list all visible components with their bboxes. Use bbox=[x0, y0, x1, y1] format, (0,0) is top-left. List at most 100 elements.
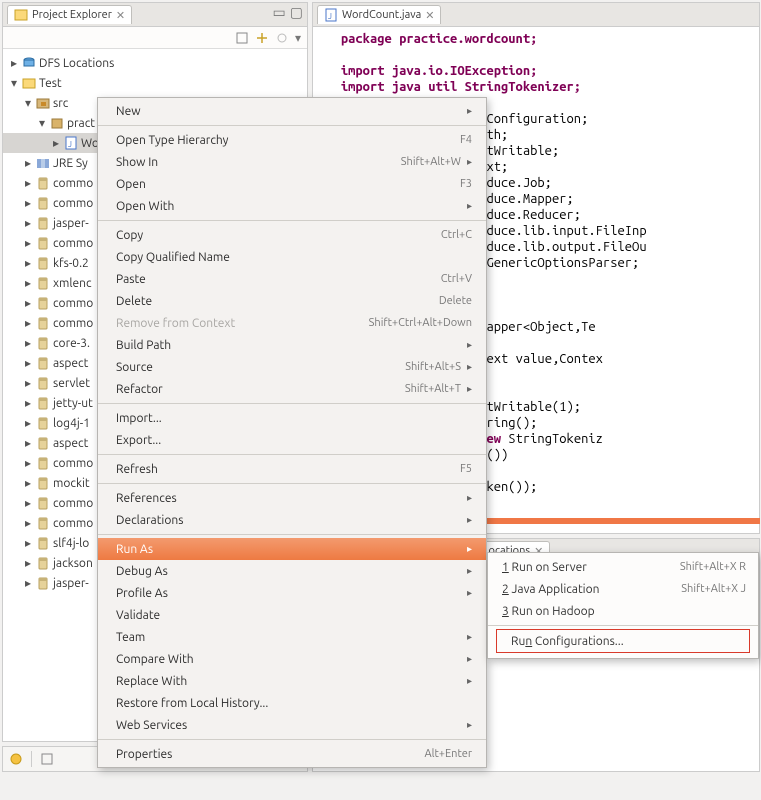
menu-label: Open Type Hierarchy bbox=[116, 134, 460, 147]
menu-separator bbox=[98, 454, 486, 455]
menu-label: Export... bbox=[116, 434, 472, 447]
submenu-arrow-icon: ▸ bbox=[467, 587, 472, 599]
submenu-arrow-icon: ▸ bbox=[467, 492, 472, 504]
menu-team[interactable]: Team▸ bbox=[98, 626, 486, 648]
menu-label: Refactor bbox=[116, 383, 405, 396]
menu-accelerator: Shift+Alt+W bbox=[401, 156, 461, 168]
menu-label: Open With bbox=[116, 200, 461, 213]
context-menu[interactable]: New▸ Open Type HierarchyF4Show InShift+Al… bbox=[97, 97, 487, 768]
editor-tab[interactable]: J WordCount.java ✕ bbox=[317, 5, 441, 24]
menu-label: References bbox=[116, 492, 461, 505]
code-line: package practice.wordcount; bbox=[319, 32, 537, 46]
run-as-submenu[interactable]: 1 Run on ServerShift+Alt+X R2 Java Appli… bbox=[487, 552, 759, 659]
dfs-icon bbox=[22, 56, 36, 70]
menu-separator bbox=[98, 125, 486, 126]
menu-build-path[interactable]: Build Path▸ bbox=[98, 334, 486, 356]
menu-web-services[interactable]: Web Services▸ bbox=[98, 714, 486, 736]
outline-icon[interactable] bbox=[40, 752, 54, 766]
close-icon[interactable]: ✕ bbox=[116, 9, 125, 22]
code-text: StringTokeniz bbox=[501, 432, 603, 446]
tree-label: jackson bbox=[53, 557, 93, 570]
menu-declarations[interactable]: Declarations▸ bbox=[98, 509, 486, 531]
menu-replace-with[interactable]: Replace With▸ bbox=[98, 670, 486, 692]
menu-label: Validate bbox=[116, 609, 472, 622]
menu-accelerator: Ctrl+C bbox=[441, 229, 472, 241]
menu-copy[interactable]: CopyCtrl+C bbox=[98, 224, 486, 246]
menu-open[interactable]: OpenF3 bbox=[98, 173, 486, 195]
explorer-icon bbox=[14, 8, 28, 22]
menu-remove-from-context: Remove from ContextShift+Ctrl+Alt+Down bbox=[98, 312, 486, 334]
menu-label: Import... bbox=[116, 412, 472, 425]
library-icon bbox=[36, 156, 50, 170]
menu-new[interactable]: New▸ bbox=[98, 100, 486, 122]
submenu-arrow-icon: ▸ bbox=[467, 105, 472, 117]
menu-refresh[interactable]: RefreshF5 bbox=[98, 458, 486, 480]
jar-icon bbox=[36, 316, 50, 330]
menu-open-with[interactable]: Open With ▸ bbox=[98, 195, 486, 217]
submenu-arrow-icon: ▸ bbox=[467, 200, 472, 212]
close-icon[interactable]: ✕ bbox=[425, 9, 434, 22]
jar-icon bbox=[36, 576, 50, 590]
tree-label: JRE Sy bbox=[53, 157, 88, 170]
menu-label: Refresh bbox=[116, 463, 460, 476]
submenu-java-application[interactable]: 2 Java ApplicationShift+Alt+X J bbox=[488, 578, 758, 600]
menu-open-type-hierarchy[interactable]: Open Type HierarchyF4 bbox=[98, 129, 486, 151]
submenu-arrow-icon: ▸ bbox=[467, 339, 472, 351]
menu-label: Delete bbox=[116, 295, 439, 308]
java-file-icon: J bbox=[64, 136, 78, 150]
submenu-run-on-server[interactable]: 1 Run on ServerShift+Alt+X R bbox=[488, 556, 758, 578]
hadoop-icon[interactable] bbox=[9, 752, 23, 766]
project-explorer-tab[interactable]: Project Explorer ✕ bbox=[7, 5, 132, 24]
menu-label: Restore from Local History... bbox=[116, 697, 472, 710]
menu-export[interactable]: Export... bbox=[98, 429, 486, 451]
tree-label: commo bbox=[53, 517, 93, 530]
jar-icon bbox=[36, 436, 50, 450]
tree-label: commo bbox=[53, 297, 93, 310]
tree-label: commo bbox=[53, 457, 93, 470]
menu-separator bbox=[488, 625, 758, 626]
link-editor-icon[interactable] bbox=[255, 31, 269, 45]
menu-profile-as[interactable]: Profile As ▸ bbox=[98, 582, 486, 604]
submenu-arrow-icon: ▸ bbox=[467, 543, 472, 555]
tree-label: commo bbox=[53, 237, 93, 250]
menu-accelerator: Shift+Alt+X J bbox=[681, 583, 746, 595]
menu-copy-qualified-name[interactable]: Copy Qualified Name bbox=[98, 246, 486, 268]
menu-delete[interactable]: DeleteDelete bbox=[98, 290, 486, 312]
submenu-arrow-icon: ▸ bbox=[467, 383, 472, 395]
menu-source[interactable]: SourceShift+Alt+S▸ bbox=[98, 356, 486, 378]
menu-properties[interactable]: PropertiesAlt+Enter bbox=[98, 743, 486, 765]
menu-refactor[interactable]: RefactorShift+Alt+T▸ bbox=[98, 378, 486, 400]
menu-label: Profile As bbox=[116, 587, 461, 600]
jar-icon bbox=[36, 476, 50, 490]
menu-paste[interactable]: PasteCtrl+V bbox=[98, 268, 486, 290]
submenu-arrow-icon: ▸ bbox=[467, 514, 472, 526]
menu-run-configurations[interactable]: Run Configurations... bbox=[497, 630, 749, 652]
menu-references[interactable]: References ▸ bbox=[98, 487, 486, 509]
tree-label: core-3. bbox=[53, 337, 90, 350]
jar-icon bbox=[36, 556, 50, 570]
tree-project-test[interactable]: ▾ Test bbox=[3, 73, 307, 93]
menu-compare-with[interactable]: Compare With▸ bbox=[98, 648, 486, 670]
menu-import[interactable]: Import... bbox=[98, 407, 486, 429]
menu-debug-as[interactable]: Debug As▸ bbox=[98, 560, 486, 582]
collapse-all-icon[interactable] bbox=[235, 31, 249, 45]
menu-label: Remove from Context bbox=[116, 317, 369, 330]
jar-icon bbox=[36, 376, 50, 390]
editor-tab-row: J WordCount.java ✕ bbox=[313, 3, 759, 27]
menu-validate[interactable]: Validate bbox=[98, 604, 486, 626]
tree-dfs-locations[interactable]: ▸ DFS Locations bbox=[3, 53, 307, 73]
submenu-arrow-icon: ▸ bbox=[467, 565, 472, 577]
menu-label: Copy bbox=[116, 229, 441, 242]
jar-icon bbox=[36, 276, 50, 290]
menu-accelerator: Shift+Alt+S bbox=[405, 361, 461, 373]
view-menu-icon[interactable]: ▾ bbox=[295, 31, 301, 45]
focus-icon[interactable] bbox=[275, 31, 289, 45]
menu-run-as[interactable]: Run As▸ bbox=[98, 538, 486, 560]
menu-show-in[interactable]: Show InShift+Alt+W▸ bbox=[98, 151, 486, 173]
submenu-run-on-hadoop[interactable]: 3 Run on Hadoop bbox=[488, 600, 758, 622]
menu-restore-from-local-history[interactable]: Restore from Local History... bbox=[98, 692, 486, 714]
package-icon bbox=[50, 116, 64, 130]
maximize-icon[interactable]: ▢ bbox=[290, 5, 303, 19]
menu-label: Web Services bbox=[116, 719, 461, 732]
minimize-icon[interactable]: ▭ bbox=[273, 5, 286, 19]
